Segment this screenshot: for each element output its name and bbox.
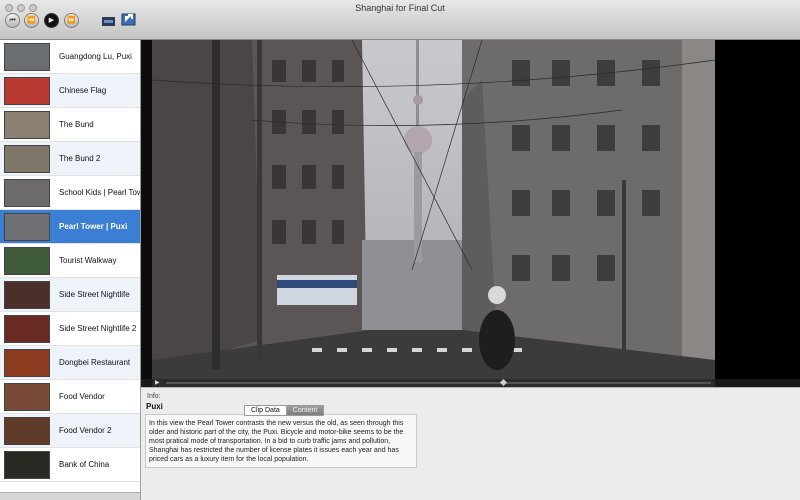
skip-back-button[interactable]: ⏮ [5,13,20,28]
info-tabs: Clip Data Content [244,405,325,416]
clip-label: Pearl Tower | Puxi [59,222,128,231]
title-bar: Shanghai for Final Cut ⏮ ⏪ ▶ ⏩ [0,0,800,40]
info-label: Info: [147,393,161,400]
clip-thumbnail [4,450,50,479]
clip-item[interactable]: Dongbei Restaurant [0,346,140,380]
clip-description: In this view the Pearl Tower contrasts t… [145,414,417,468]
clip-thumbnail [4,246,50,275]
clip-item[interactable]: Food Vendor 2 [0,414,140,448]
rewind-icon: ⏪ [27,17,36,24]
clip-thumbnail [4,42,50,71]
clip-item[interactable]: School Kids | Pearl Tower [0,176,140,210]
scrubber-track[interactable] [166,382,711,384]
video-letterbox-right [715,40,800,379]
play-icon: ▶ [48,17,55,24]
street-scene-image [152,40,715,379]
skip-back-icon: ⏮ [9,17,16,24]
clip-label: Guangdong Lu, Puxi [59,52,132,61]
clip-item[interactable]: Chinese Flag [0,74,140,108]
fast-forward-button[interactable]: ⏩ [64,13,79,28]
clip-item[interactable]: The Bund [0,108,140,142]
tab-clip-data[interactable]: Clip Data [244,405,287,416]
video-letterbox-left [141,40,152,379]
scrubber-play-icon[interactable]: ▶ [155,379,160,387]
clip-item[interactable]: Pearl Tower | Puxi [0,210,140,244]
clip-label: Chinese Flag [59,86,107,95]
clip-item[interactable]: Guangdong Lu, Puxi [0,40,140,74]
clip-label: Tourist Walkway [59,256,117,265]
clip-label: Side Street Nightlife 2 [59,324,137,333]
clip-item[interactable]: Bank of China [0,448,140,482]
clip-thumbnail [4,144,50,173]
fast-forward-icon: ⏩ [67,17,76,24]
export-icon[interactable] [121,12,136,27]
video-frame[interactable] [152,40,715,379]
scrubber-playhead[interactable] [499,378,508,387]
info-title: Puxi [146,402,163,411]
clip-thumbnail [4,382,50,411]
clip-label: Dongbei Restaurant [59,358,131,367]
clip-label: The Bund 2 [59,154,101,163]
clip-thumbnail [4,416,50,445]
clapperboard-icon[interactable] [101,12,116,27]
tab-content[interactable]: Content [286,405,325,416]
clip-label: Food Vendor [59,392,105,401]
clip-item[interactable]: Side Street Nightlife 2 [0,312,140,346]
clip-thumbnail [4,314,50,343]
clip-thumbnail [4,212,50,241]
clip-item[interactable]: Tourist Walkway [0,244,140,278]
clip-label: School Kids | Pearl Tower [59,188,141,197]
clip-thumbnail [4,76,50,105]
clip-thumbnail [4,348,50,377]
window-title: Shanghai for Final Cut [355,3,445,13]
clip-item[interactable]: Side Street Nightlife [0,278,140,312]
clip-label: Food Vendor 2 [59,426,112,435]
play-button[interactable]: ▶ [44,13,59,28]
clip-thumbnail [4,280,50,309]
clip-item[interactable]: The Bund 2 [0,142,140,176]
clip-label: Side Street Nightlife [59,290,130,299]
clip-thumbnail [4,178,50,207]
clip-list: Guangdong Lu, Puxi Chinese Flag The Bund Th… [0,40,141,492]
rewind-button[interactable]: ⏪ [24,13,39,28]
clip-thumbnail [4,110,50,139]
sidebar-footer [0,492,141,500]
clip-label: Bank of China [59,460,110,469]
clip-label: The Bund [59,120,94,129]
timeline-scrubber[interactable]: ▶ [152,378,715,387]
clip-item[interactable]: Food Vendor [0,380,140,414]
info-panel: Info: Puxi Clip Data Content In this vie… [141,387,800,500]
